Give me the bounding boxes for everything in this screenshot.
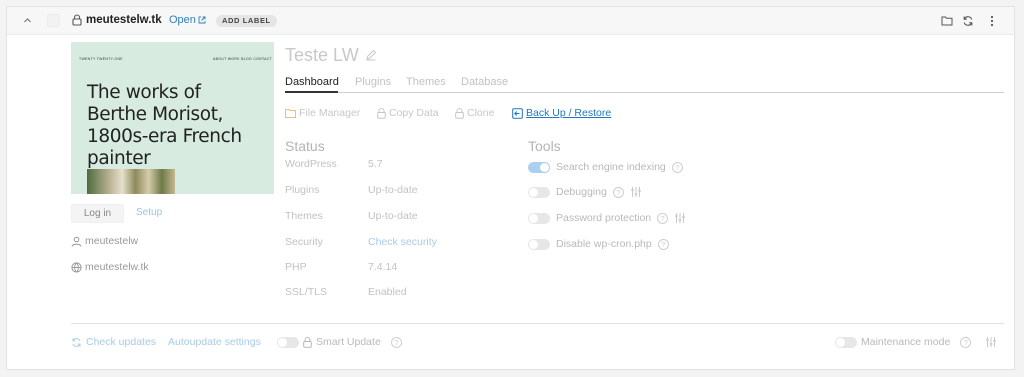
- site-url: meutestelw.tk: [85, 261, 149, 273]
- add-label-button[interactable]: ADD LABEL: [216, 15, 277, 27]
- maintenance-mode-control: Maintenance mode ?: [835, 336, 997, 348]
- maintenance-mode-toggle[interactable]: [835, 336, 857, 348]
- status-value-php: 7.4.14: [368, 261, 398, 273]
- backup-restore-label: Back Up / Restore: [526, 107, 612, 119]
- lock-icon: [72, 14, 82, 26]
- copy-data-label: Copy Data: [389, 107, 439, 119]
- file-manager-button[interactable]: File Manager: [285, 107, 360, 119]
- active-tab-indicator: [285, 91, 338, 93]
- tool-debugging: Debugging ?: [528, 186, 642, 198]
- copy-data-button[interactable]: Copy Data: [377, 107, 439, 119]
- chevron-up-icon[interactable]: [23, 16, 32, 25]
- select-site-checkbox[interactable]: [47, 14, 60, 27]
- status-label-ssl: SSL/TLS: [285, 286, 328, 298]
- status-value-wordpress: 5.7: [368, 158, 383, 170]
- search-indexing-toggle[interactable]: [528, 161, 550, 173]
- open-site-label: Open: [169, 14, 196, 26]
- help-icon[interactable]: ?: [960, 336, 972, 348]
- tool-password-protection: Password protection ?: [528, 212, 686, 224]
- tool-search-engine-indexing: Search engine indexing ?: [528, 161, 683, 173]
- log-in-button[interactable]: Log in: [71, 204, 124, 223]
- admin-user-row: meutestelw: [71, 235, 138, 247]
- site-url-row: meutestelw.tk: [71, 261, 149, 273]
- user-icon: [71, 236, 82, 247]
- status-value-ssl: Enabled: [368, 286, 407, 298]
- site-title: Teste LW: [285, 45, 359, 66]
- settings-sliders-icon[interactable]: [674, 212, 686, 224]
- password-protection-toggle[interactable]: [528, 212, 550, 224]
- backup-restore-icon: [512, 107, 523, 119]
- status-label-php: PHP: [285, 261, 307, 273]
- tab-dashboard[interactable]: Dashboard: [285, 76, 339, 88]
- settings-sliders-icon[interactable]: [985, 336, 997, 348]
- status-label-plugins: Plugins: [285, 184, 320, 196]
- footer-divider: [71, 323, 1004, 324]
- status-label-wordpress: WordPress: [285, 158, 337, 170]
- site-title-text: Teste LW: [285, 45, 359, 65]
- status-value-plugins: Up-to-date: [368, 184, 418, 196]
- check-updates-button[interactable]: Check updates: [71, 336, 156, 348]
- open-site-link[interactable]: Open: [169, 14, 206, 26]
- lock-icon: [377, 107, 386, 119]
- file-manager-label: File Manager: [299, 107, 361, 119]
- folder-icon[interactable]: [941, 15, 953, 26]
- check-security-link[interactable]: Check security: [368, 236, 437, 248]
- settings-sliders-icon[interactable]: [630, 186, 642, 198]
- thumbnail-headline: The works of Berthe Morisot, 1800s-era F…: [87, 82, 242, 169]
- status-label-themes: Themes: [285, 210, 323, 222]
- clone-label: Clone: [467, 107, 495, 119]
- site-domain[interactable]: meutestelw.tk: [86, 14, 162, 26]
- status-value-themes: Up-to-date: [368, 210, 418, 222]
- help-icon[interactable]: ?: [671, 161, 683, 173]
- edit-pencil-icon[interactable]: [365, 49, 377, 61]
- site-card: meutestelw.tk Open ADD LABEL TWENTY TWEN…: [6, 6, 1015, 370]
- backup-restore-button[interactable]: Back Up / Restore: [512, 107, 611, 119]
- maintenance-mode-label: Maintenance mode: [861, 336, 951, 348]
- refresh-icon[interactable]: [962, 15, 974, 27]
- site-preview-thumbnail[interactable]: TWENTY TWENTY-ONE ABOUT WORK BLOG CONTAC…: [71, 42, 274, 194]
- tool-disable-wp-cron: Disable wp-cron.php ?: [528, 238, 669, 250]
- help-icon[interactable]: ?: [657, 212, 669, 224]
- help-icon[interactable]: ?: [657, 238, 669, 250]
- tool-label: Password protection: [556, 212, 652, 224]
- help-icon[interactable]: ?: [390, 336, 402, 348]
- autoupdate-settings-link[interactable]: Autoupdate settings: [168, 336, 261, 348]
- tab-themes[interactable]: Themes: [406, 76, 446, 88]
- clone-button[interactable]: Clone: [455, 107, 494, 119]
- disable-wp-cron-toggle[interactable]: [528, 238, 550, 250]
- refresh-icon: [72, 337, 81, 347]
- tab-plugins[interactable]: Plugins: [355, 76, 391, 88]
- help-icon[interactable]: ?: [612, 186, 624, 198]
- status-label-security: Security: [285, 236, 323, 248]
- lock-icon: [455, 107, 464, 119]
- smart-update-toggle[interactable]: [277, 336, 299, 348]
- tool-label: Debugging: [556, 186, 607, 198]
- site-tabs: Dashboard Plugins Themes Database: [285, 75, 1004, 93]
- tools-heading: Tools: [528, 138, 561, 154]
- thumbnail-painting-image: [87, 169, 175, 194]
- setup-link[interactable]: Setup: [136, 207, 162, 218]
- folder-icon: [285, 109, 296, 118]
- tool-label: Disable wp-cron.php: [556, 238, 652, 250]
- status-heading: Status: [285, 138, 325, 154]
- smart-update-control: Smart Update ?: [277, 336, 402, 348]
- debugging-toggle[interactable]: [528, 186, 550, 198]
- thumbnail-brand: TWENTY TWENTY-ONE: [79, 57, 123, 61]
- tool-label: Search engine indexing: [556, 161, 666, 173]
- lock-icon: [303, 336, 312, 348]
- more-options-icon[interactable]: [990, 15, 994, 27]
- external-link-icon: [198, 16, 206, 24]
- admin-username: meutestelw: [85, 235, 139, 247]
- check-updates-label: Check updates: [86, 336, 157, 348]
- tab-database[interactable]: Database: [461, 76, 508, 88]
- smart-update-label: Smart Update: [316, 336, 381, 348]
- site-card-header: meutestelw.tk Open ADD LABEL: [7, 7, 1014, 35]
- thumbnail-nav: ABOUT WORK BLOG CONTACT: [213, 57, 273, 61]
- globe-icon: [71, 261, 82, 273]
